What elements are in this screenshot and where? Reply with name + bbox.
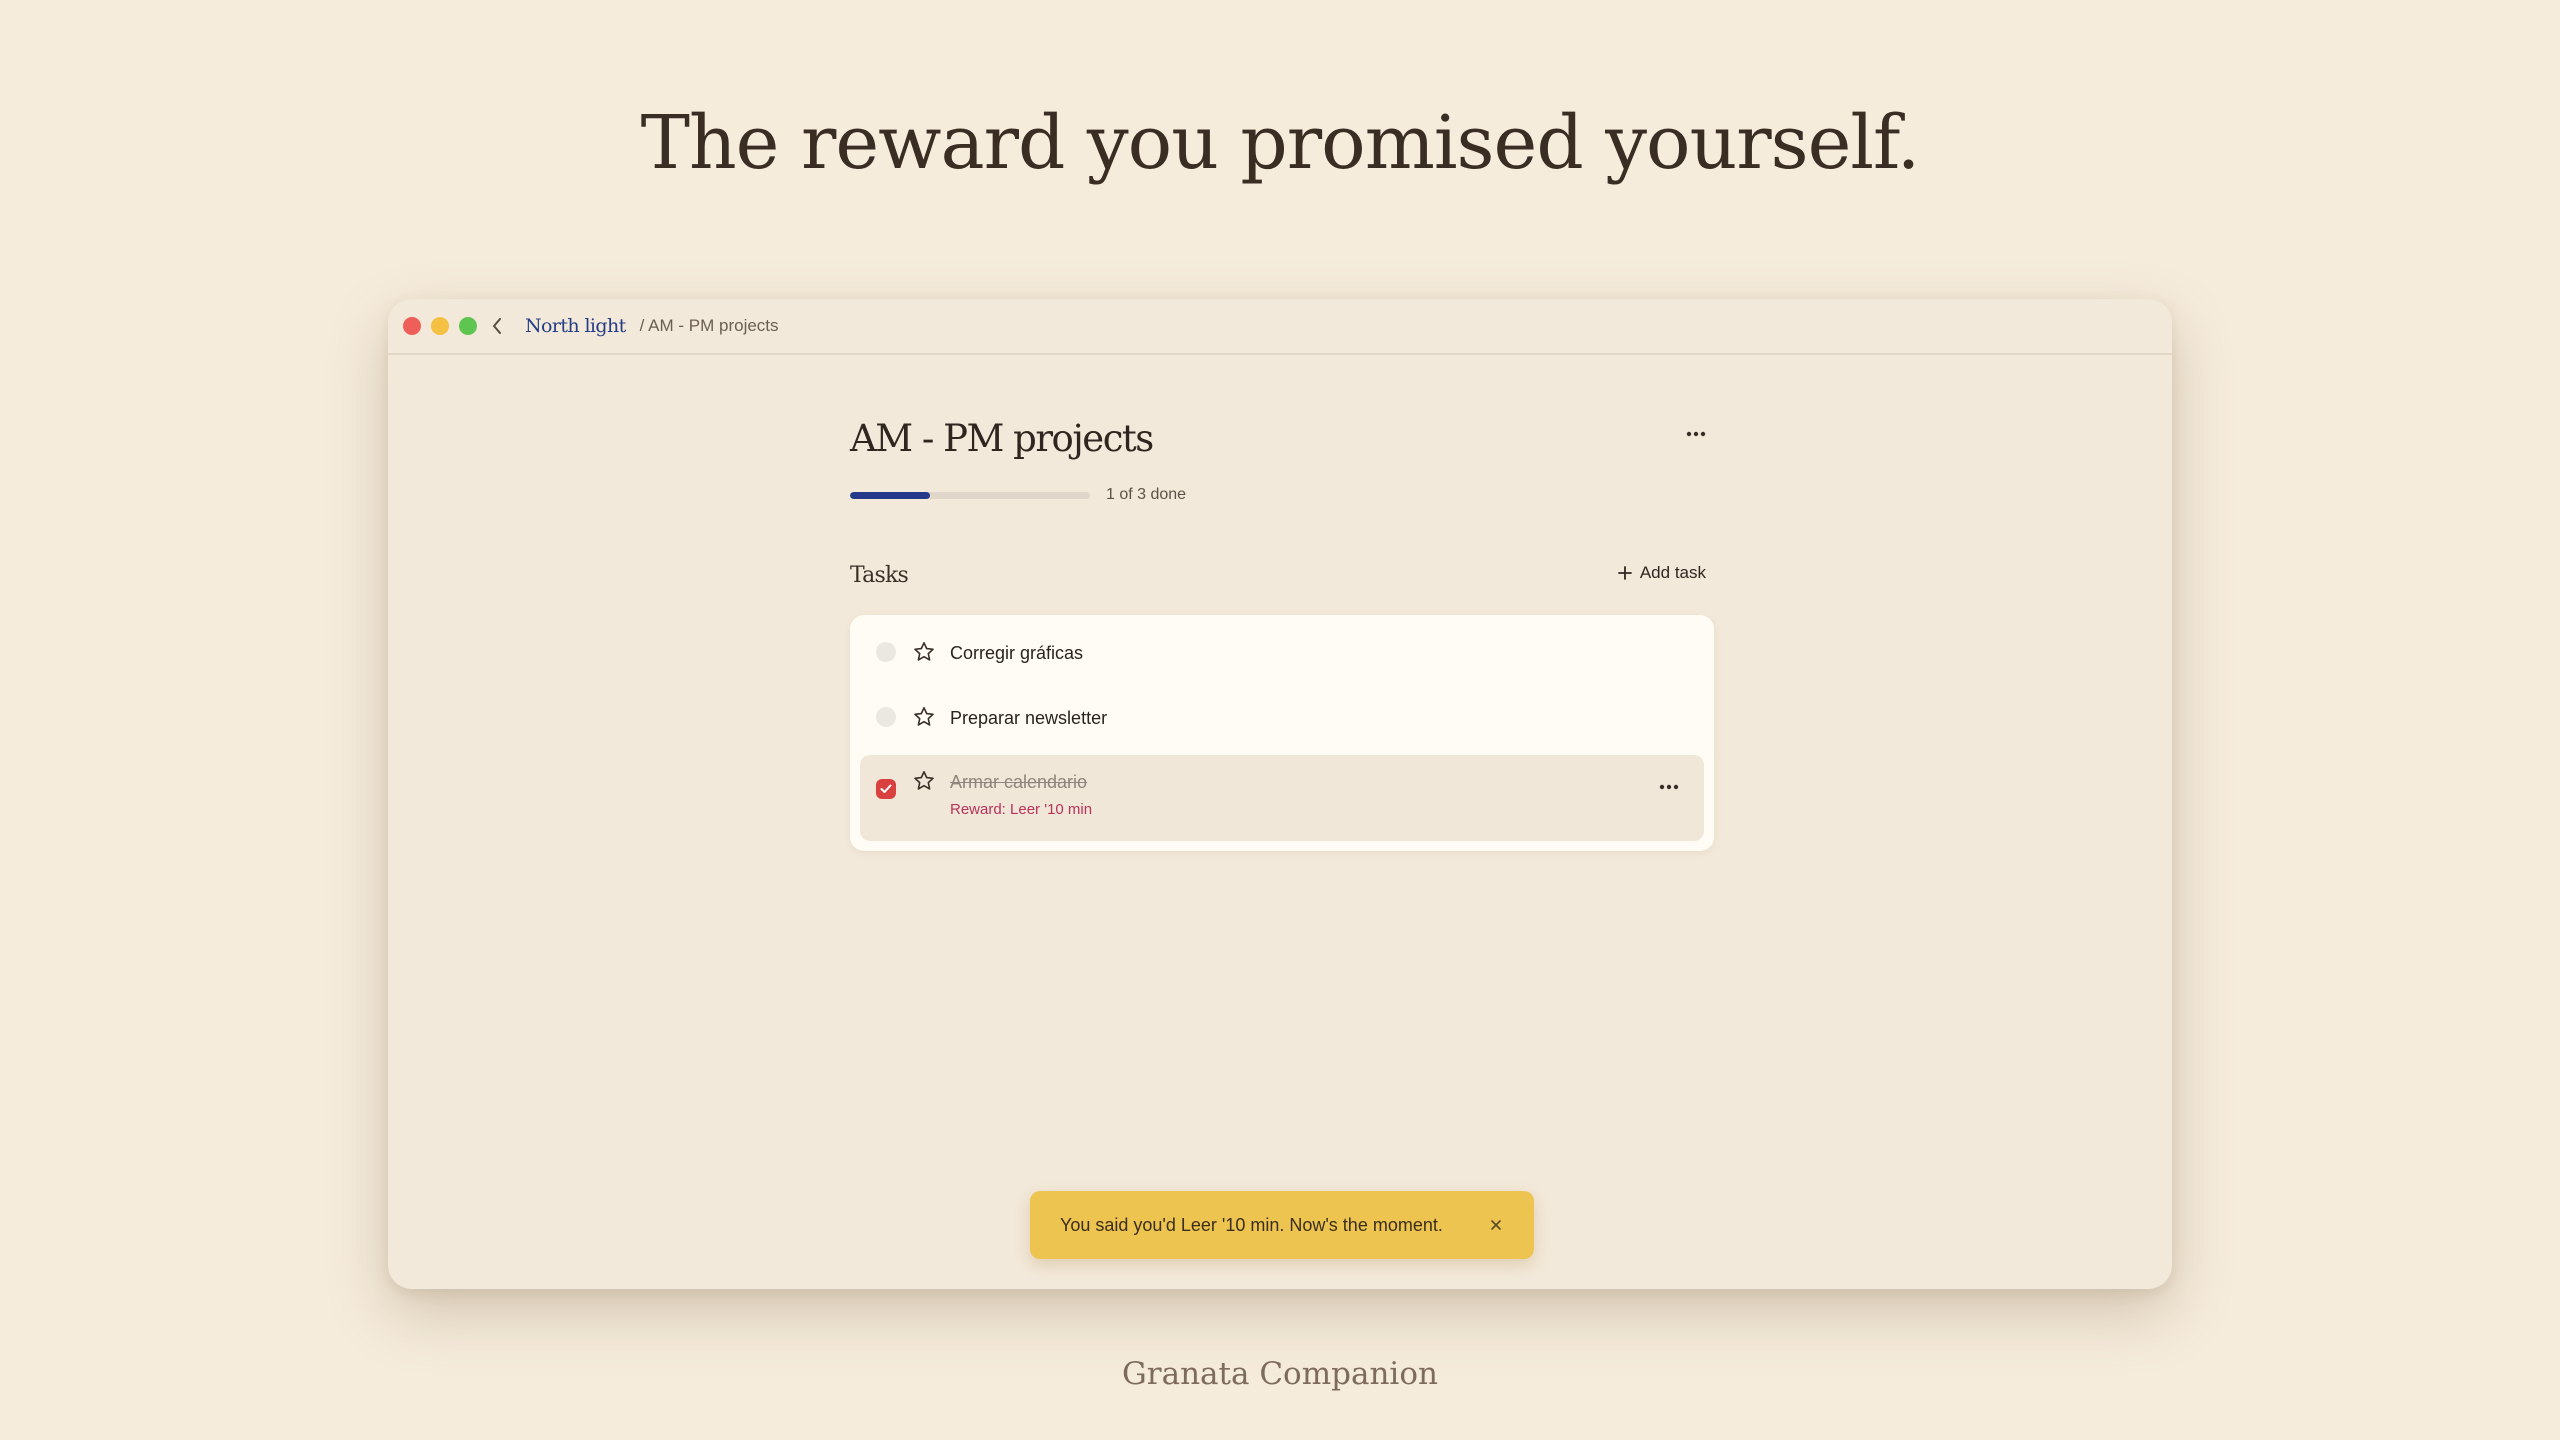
star-icon[interactable]: [912, 640, 936, 664]
breadcrumb-home-link[interactable]: North light: [525, 315, 626, 337]
task-title: Preparar newsletter: [950, 708, 1108, 728]
close-window-button[interactable]: [403, 317, 421, 335]
project-title: AM - PM projects: [850, 417, 1154, 460]
task-text: Armar calendario Reward: Leer '10 min: [950, 771, 1092, 818]
star-icon[interactable]: [912, 769, 936, 793]
task-title: Corregir gráficas: [950, 643, 1084, 663]
task-text: Preparar newsletter: [950, 707, 1107, 729]
app-window: North light / AM - PM projects AM - PM p…: [388, 299, 2172, 1289]
maximize-window-button[interactable]: [459, 317, 477, 335]
footer-brand: Granata Companion: [1122, 1356, 1438, 1392]
headline: The reward you promised yourself.: [640, 100, 1921, 186]
task-row[interactable]: Corregir gráficas: [860, 618, 1704, 682]
breadcrumb-current: / AM - PM projects: [639, 316, 779, 335]
project-content: AM - PM projects 1 of 3 done Tasks Add t…: [850, 299, 1714, 1289]
more-horizontal-icon: [1686, 431, 1706, 437]
task-checkbox[interactable]: [876, 707, 896, 727]
check-icon: [880, 784, 892, 793]
task-title: Armar calendario: [950, 772, 1088, 792]
star-icon[interactable]: [912, 705, 936, 729]
task-text: Corregir gráficas: [950, 642, 1083, 664]
minimize-window-button[interactable]: [431, 317, 449, 335]
toast-message: You said you'd Leer '10 min. Now's the m…: [1060, 1214, 1443, 1235]
task-reward: Reward: Leer '10 min: [950, 801, 1093, 818]
plus-icon: [1617, 566, 1632, 580]
task-list: Corregir gráficas Preparar newsletter Ar…: [850, 615, 1714, 851]
progress-fill: [850, 492, 930, 499]
task-more-button[interactable]: [1654, 775, 1684, 799]
add-task-label: Add task: [1639, 563, 1706, 582]
task-checkbox-checked[interactable]: [876, 779, 896, 799]
reward-toast: You said you'd Leer '10 min. Now's the m…: [1030, 1191, 1534, 1259]
task-checkbox[interactable]: [876, 642, 896, 662]
close-icon[interactable]: [1486, 1215, 1506, 1235]
task-row[interactable]: Preparar newsletter: [860, 683, 1704, 747]
progress-label: 1 of 3 done: [1106, 486, 1187, 503]
add-task-button[interactable]: Add task: [1617, 563, 1706, 583]
project-more-button[interactable]: [1678, 419, 1714, 449]
more-horizontal-icon: [1659, 784, 1679, 790]
tasks-heading: Tasks: [850, 563, 909, 588]
task-row-completed[interactable]: Armar calendario Reward: Leer '10 min: [860, 755, 1704, 841]
back-chevron-icon[interactable]: [489, 315, 505, 337]
window-controls: [403, 317, 477, 335]
progress-bar: [850, 492, 1090, 499]
